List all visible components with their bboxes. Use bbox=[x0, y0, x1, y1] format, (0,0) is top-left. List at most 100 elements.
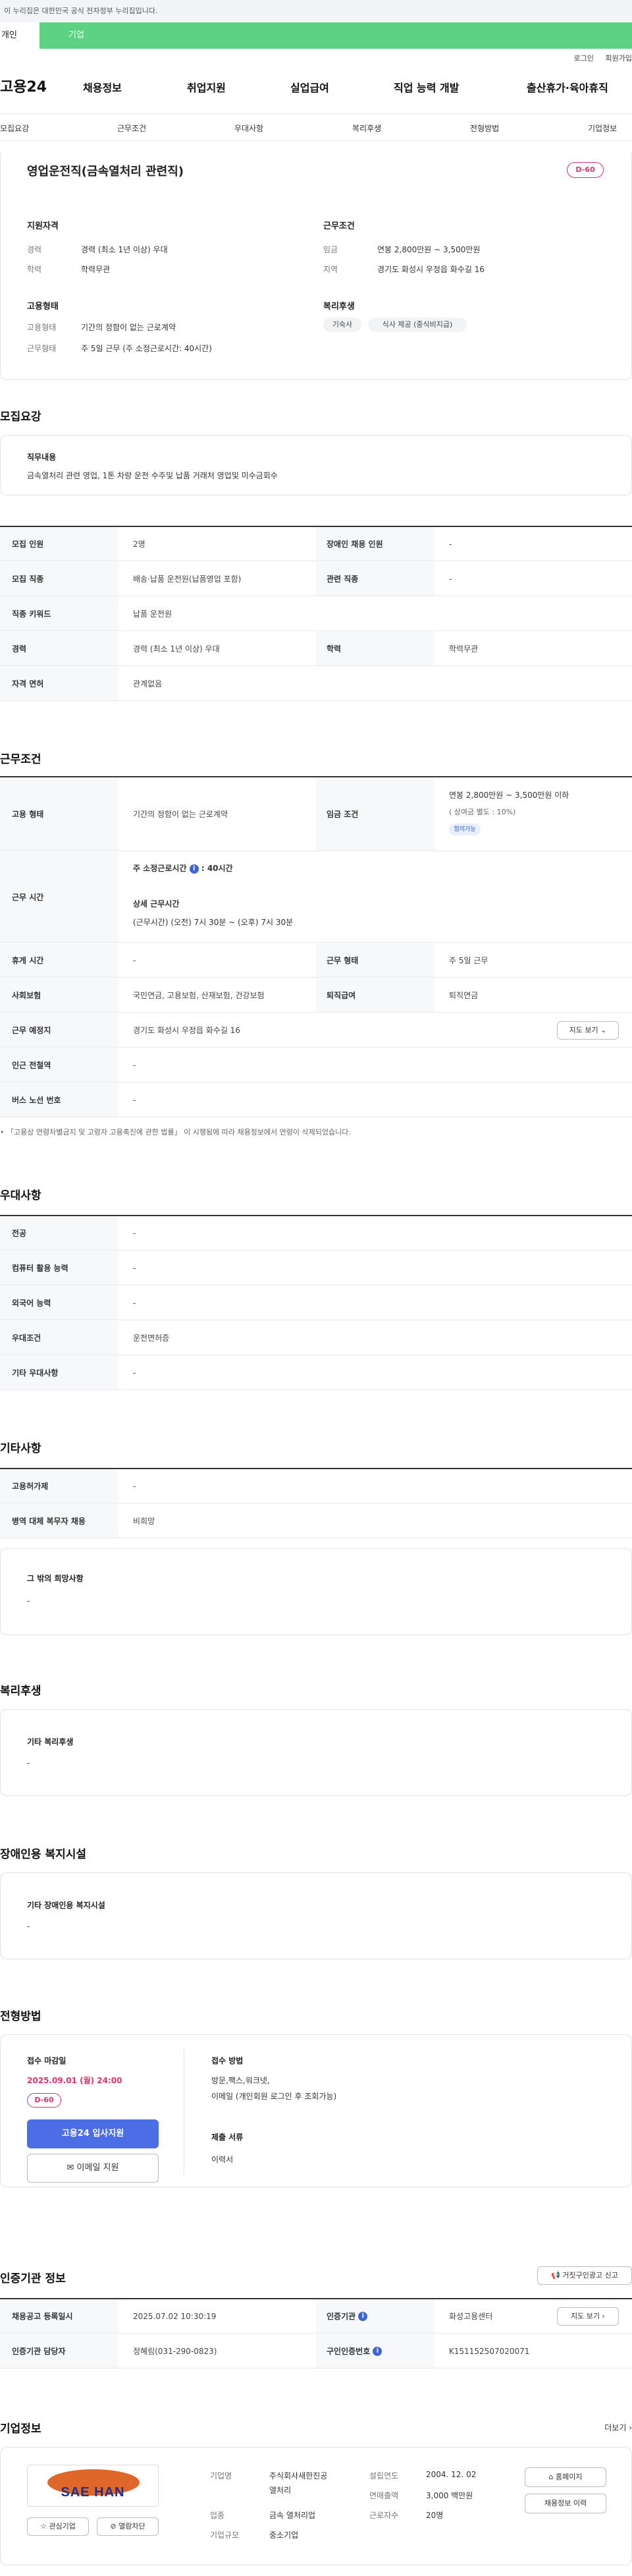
gnb-item-support[interactable]: 취업지원 bbox=[187, 79, 226, 95]
row-value: - bbox=[133, 1263, 136, 1273]
gnb-item-jobs[interactable]: 채용정보 bbox=[83, 79, 122, 95]
org-map-button[interactable]: 지도 보기 › bbox=[557, 2307, 619, 2326]
career-value: 경력 (최소 1년 이상) 우대 bbox=[81, 245, 168, 254]
hours-weekly-label: 주 소정근로시간 i : 40시간 bbox=[133, 864, 233, 874]
homepage-button[interactable]: ⌂ 홈페이지 bbox=[525, 2467, 606, 2487]
row-key: 사회보험 bbox=[0, 978, 118, 1012]
join-link[interactable]: 회원가입 bbox=[606, 53, 632, 63]
page-root: 이 누리집은 대한민국 공식 전자정부 누리집입니다. 개인 기업 로그인 회원… bbox=[0, 0, 632, 2576]
company-more-link[interactable]: 더보기 › bbox=[604, 2422, 632, 2433]
global-nav: 고용24 채용정보 취업지원 실업급여 직업 능력 개발 출산휴가·육아휴직 bbox=[0, 69, 632, 105]
table-row: 직종 키워드 납품 운전원 bbox=[0, 597, 632, 631]
info-icon[interactable]: i bbox=[358, 2311, 368, 2321]
gnb-item-training[interactable]: 직업 능력 개발 bbox=[394, 79, 459, 95]
history-button[interactable]: 채용정보 이력 bbox=[525, 2494, 606, 2513]
tab-company[interactable]: 기업 bbox=[40, 22, 632, 49]
row-value: - bbox=[133, 1060, 136, 1070]
row-value: 경기도 화성시 우정읍 화수길 16 bbox=[133, 1026, 241, 1035]
apply-button[interactable]: 고용24 입사지원 bbox=[27, 2119, 159, 2148]
duty-box: 직무내용 금속열처리 관련 영업, 1톤 차량 운전 수주및 납품 거래처 영업… bbox=[0, 435, 632, 495]
table-row: 모집 인원 2명 장애인 채용 인원 - bbox=[0, 527, 632, 561]
row-key: 고용 형태 bbox=[0, 777, 118, 851]
email-apply-button[interactable]: ✉ 이메일 지원 bbox=[27, 2154, 159, 2183]
report-ad-button[interactable]: 📢 거짓구인광고 신고 bbox=[537, 2266, 632, 2285]
table-row: 버스 노선 번호 - bbox=[0, 1083, 632, 1117]
table-row: 외국어 능력 - bbox=[0, 1286, 632, 1320]
subnav-welfare[interactable]: 복리후생 bbox=[352, 123, 381, 134]
row-key: 학력 bbox=[316, 632, 434, 665]
mail-icon: ✉ bbox=[66, 2163, 74, 2173]
star-icon: ☆ bbox=[40, 2522, 47, 2531]
row-value: 기간의 정함이 없는 근로계약 bbox=[133, 810, 228, 819]
row-value: 학력무관 bbox=[449, 644, 479, 654]
subnav-preference[interactable]: 우대사항 bbox=[234, 123, 263, 134]
table-row: 경력 경력 (최소 1년 이상) 우대 학력 학력무관 bbox=[0, 632, 632, 666]
row-value: - bbox=[133, 1095, 136, 1105]
job-title: 영업운전직(금속열처리 관련직) bbox=[27, 165, 184, 179]
map-button[interactable]: 지도 보기 ⌄ bbox=[557, 1021, 619, 1040]
row-value: - bbox=[133, 1228, 136, 1238]
edu-value: 학력무관 bbox=[81, 265, 111, 274]
area-value: 경기도 화성시 우정읍 화수길 16 bbox=[377, 265, 485, 274]
wage-value: 연봉 2,800만원 ~ 3,500만원 이하 bbox=[449, 791, 569, 800]
subnav-company[interactable]: 기업정보 bbox=[588, 123, 617, 134]
industry-value: 금속 열처리업 bbox=[269, 2511, 316, 2520]
emp-key: 고용형태 bbox=[27, 323, 57, 332]
row-value: - bbox=[449, 574, 452, 584]
table-row: 고용 형태 기간의 정함이 없는 근로계약 임금 조건 연봉 2,800만원 ~… bbox=[0, 777, 632, 851]
subnav-conditions[interactable]: 근무조건 bbox=[117, 123, 146, 134]
info-icon[interactable]: i bbox=[373, 2346, 382, 2356]
name-value: 주식회사새한진공 bbox=[269, 2471, 328, 2480]
block-icon: ⊘ bbox=[110, 2522, 117, 2531]
favorite-company-button[interactable]: ☆ 관심기업 bbox=[27, 2517, 89, 2536]
table-row: 전공 - bbox=[0, 1216, 632, 1250]
row-key: 휴게 시간 bbox=[0, 943, 118, 977]
row-value: K151152507020071 bbox=[449, 2346, 530, 2356]
row-key: 인증기관 bbox=[327, 2312, 356, 2321]
disabled-box-value: - bbox=[27, 1922, 30, 1931]
site-logo[interactable]: 고용24 bbox=[0, 75, 47, 96]
table-row: 모집 직종 배송·납품 운전원(납품영업 포함) 관련 직종 - bbox=[0, 562, 632, 596]
row-key: 근무 예정지 bbox=[0, 1013, 118, 1047]
gov-notice: 이 누리집은 대한민국 공식 전자정부 누리집입니다. bbox=[0, 0, 632, 22]
row-key: 컴퓨터 활용 능력 bbox=[0, 1251, 118, 1285]
dday-badge: D-60 bbox=[567, 162, 604, 178]
row-key: 버스 노선 번호 bbox=[0, 1083, 118, 1117]
row-key: 병역 대체 복무자 채용 bbox=[0, 1504, 118, 1538]
row-value: - bbox=[133, 955, 136, 965]
info-icon[interactable]: i bbox=[189, 864, 199, 874]
sales-key: 연매출액 bbox=[369, 2491, 399, 2500]
method-value-2: 이메일 (개인회원 로그인 후 조회가능) bbox=[211, 2092, 337, 2101]
chevron-right-icon: › bbox=[602, 2312, 605, 2320]
chevron-right-icon: › bbox=[629, 2423, 632, 2432]
worktype-value: 주 5일 근무 (주 소정근로시간: 40시간) bbox=[81, 344, 212, 353]
table-row: 컴퓨터 활용 능력 - bbox=[0, 1251, 632, 1285]
welfare-chip: 식사 제공 (중식비지급) bbox=[368, 318, 467, 332]
table-row: 우대조건 운전면허증 bbox=[0, 1321, 632, 1355]
industry-key: 업종 bbox=[210, 2511, 225, 2520]
gnb-item-leave[interactable]: 출산휴가·육아휴직 bbox=[527, 79, 608, 95]
workcond-heading: 근무조건 bbox=[0, 753, 41, 766]
login-link[interactable]: 로그인 bbox=[574, 53, 594, 63]
name-value-2: 열처리 bbox=[269, 2486, 292, 2495]
welfare-box-value: - bbox=[27, 1758, 30, 1768]
docs-value: 이력서 bbox=[211, 2155, 234, 2164]
etc-heading: 기타사항 bbox=[0, 1442, 41, 1455]
employees-key: 근로자수 bbox=[369, 2511, 399, 2520]
company-logo: SAE HAN bbox=[27, 2465, 159, 2507]
row-value: - bbox=[133, 1298, 136, 1308]
tab-person[interactable]: 개인 bbox=[0, 22, 40, 49]
wish-box: 그 밖의 희망사항 - bbox=[0, 1548, 632, 1635]
table-row: 자격 면허 관계없음 bbox=[0, 667, 632, 701]
row-value: 배송·납품 운전원(납품영업 포함) bbox=[133, 574, 242, 584]
size-value: 중소기업 bbox=[269, 2531, 299, 2540]
block-view-button[interactable]: ⊘ 열람차단 bbox=[97, 2517, 159, 2536]
subnav-screening[interactable]: 전형방법 bbox=[470, 123, 499, 134]
gnb-item-benefit[interactable]: 실업급여 bbox=[290, 79, 329, 95]
row-key: 모집 인원 bbox=[0, 527, 118, 561]
employees-value: 20명 bbox=[426, 2511, 444, 2520]
dday-badge: D-60 bbox=[27, 2093, 61, 2108]
wish-value: - bbox=[27, 1596, 30, 1606]
row-key: 구인인증번호 bbox=[327, 2347, 371, 2356]
subnav-recruit[interactable]: 모집요강 bbox=[0, 123, 29, 134]
